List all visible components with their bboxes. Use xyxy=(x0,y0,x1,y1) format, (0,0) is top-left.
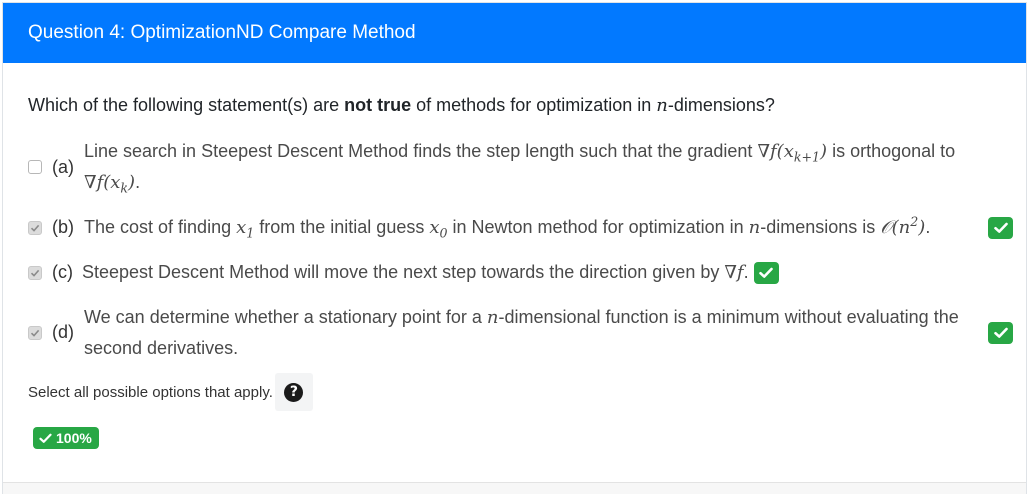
option-d-text: We can determine whether a stationary po… xyxy=(84,307,959,358)
score-label: 100% xyxy=(56,430,92,446)
question-title: Question 4: OptimizationND Compare Metho… xyxy=(28,22,416,43)
option-c-text: Steepest Descent Method will move the ne… xyxy=(82,262,749,283)
option-b-letter: (b) xyxy=(52,217,74,237)
option-d-correct-check-icon xyxy=(988,321,1013,344)
score-badge: 100% xyxy=(33,427,99,449)
hint-text: Select all possible options that apply. xyxy=(28,383,273,401)
option-a[interactable]: (a) Line search in Steepest Descent Meth… xyxy=(28,136,1013,198)
hint-row: Select all possible options that apply. … xyxy=(28,373,1026,411)
option-b-checkbox[interactable] xyxy=(28,220,42,235)
option-a-letter: (a) xyxy=(52,156,74,177)
option-d-letter: (d) xyxy=(52,322,74,342)
option-b-text: The cost of finding x1 from the initial … xyxy=(84,214,931,241)
option-a-checkbox[interactable] xyxy=(28,160,42,174)
option-c-checkbox[interactable] xyxy=(28,265,42,280)
option-c-letter: (c) xyxy=(52,262,73,282)
option-c[interactable]: (c) Steepest Descent Method will move th… xyxy=(28,257,1013,288)
check-icon xyxy=(39,433,52,443)
question-circle-icon: ? xyxy=(284,382,304,402)
question-card: Question 4: OptimizationND Compare Metho… xyxy=(2,2,1027,494)
option-a-text: Line search in Steepest Descent Method f… xyxy=(84,141,956,196)
option-d[interactable]: (d) We can determine whether a stationar… xyxy=(28,302,1013,363)
help-button[interactable]: ? xyxy=(274,373,313,411)
question-prompt: Which of the following statement(s) are … xyxy=(28,95,775,116)
option-b[interactable]: (b) The cost of finding x1 from the init… xyxy=(28,212,1013,243)
option-b-correct-check-icon xyxy=(988,216,1013,239)
question-header: Question 4: OptimizationND Compare Metho… xyxy=(3,3,1026,63)
question-body: Which of the following statement(s) are … xyxy=(3,63,1026,449)
question-emphasis: not true xyxy=(344,95,412,115)
card-footer xyxy=(3,482,1026,494)
option-d-checkbox[interactable] xyxy=(28,325,42,340)
option-c-correct-check-icon xyxy=(753,261,779,284)
